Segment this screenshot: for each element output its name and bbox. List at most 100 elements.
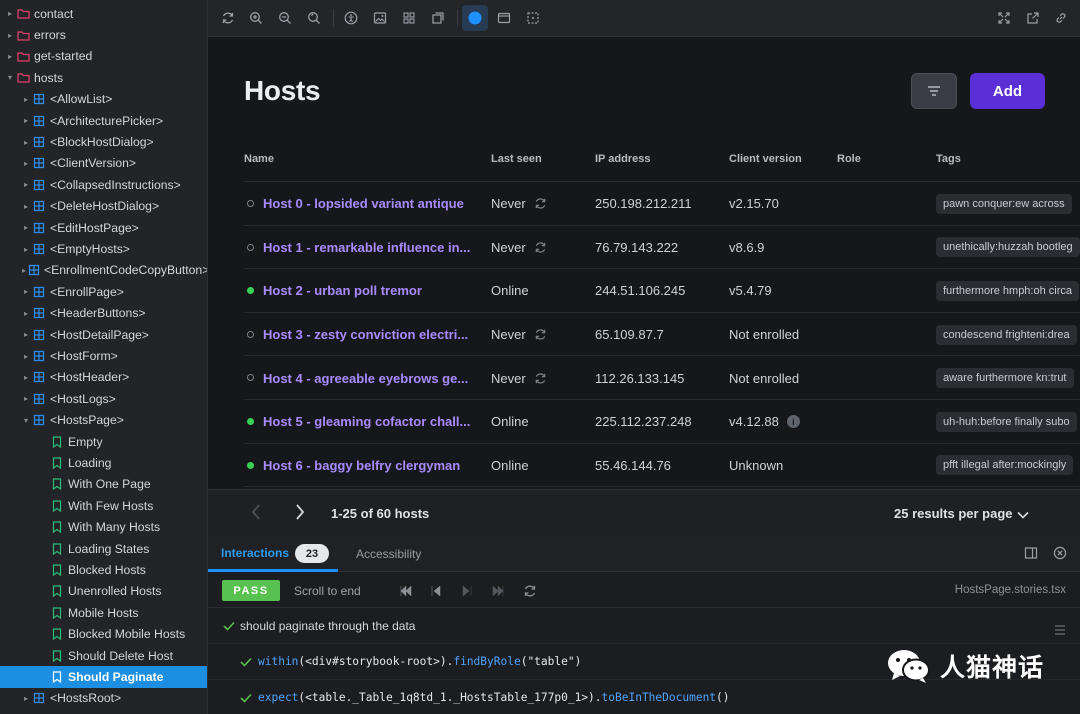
sidebar-item[interactable]: Blocked Hosts [0,559,207,580]
host-name-link[interactable]: Host 6 - baggy belfry clergyman [263,444,478,488]
zoom-out-icon[interactable] [274,7,296,29]
column-header-role[interactable]: Role [837,153,861,165]
zoom-reset-icon[interactable] [303,7,325,29]
column-header-name[interactable]: Name [244,153,274,165]
story-file-name[interactable]: HostsPage.stories.tsx [955,584,1066,596]
sidebar-item[interactable]: ▸ <HostForm> [0,345,207,366]
sidebar-item[interactable]: ▸ <EnrollmentCodeCopyButton> [0,260,207,281]
zoom-in-icon[interactable] [245,7,267,29]
sidebar-item[interactable]: ▾ hosts [0,67,207,88]
tab-interactions[interactable]: Interactions [221,546,289,560]
sidebar-item[interactable]: Empty [0,431,207,452]
host-name-link[interactable]: Host 0 - lopsided variant antique [263,182,478,226]
sidebar-item-label: <AllowList> [50,92,113,107]
reload-icon[interactable] [217,7,239,29]
sidebar-item[interactable]: ▸ <ArchitecturePicker> [0,110,207,131]
sidebar-item[interactable]: ▸ errors [0,24,207,45]
viewport-icon[interactable] [493,7,515,29]
sidebar-item[interactable]: Loading States [0,538,207,559]
info-icon[interactable]: i [786,415,800,429]
sidebar-item[interactable]: Loading [0,452,207,473]
step-args2: ("table") [520,655,582,668]
list-icon[interactable] [1054,622,1066,640]
status-dot [247,374,254,382]
go-to-start-icon[interactable] [399,584,413,602]
host-name-link[interactable]: Host 5 - gleaming cofactor chall... [263,400,478,444]
table-row[interactable]: Host 1 - remarkable influence in... Never… [244,224,1080,270]
step-forward-icon[interactable] [461,584,473,602]
sidebar-item[interactable]: Should Paginate [0,666,207,688]
sidebar-item[interactable]: ▸ <EmptyHosts> [0,238,207,259]
tags-cell: pfft illegal after:mockingly [936,444,1080,488]
sidebar-item[interactable]: With Many Hosts [0,517,207,538]
sidebar-item[interactable]: ▸ <HostHeader> [0,367,207,388]
open-new-tab-icon[interactable] [1022,7,1044,29]
client-version-cell: Unknown [729,444,783,488]
panel-orientation-icon[interactable] [1024,546,1038,565]
step-group[interactable]: should paginate through the data [208,608,1080,644]
sidebar-item[interactable]: ▸ <CollapsedInstructions> [0,174,207,195]
sidebar-item[interactable]: Mobile Hosts [0,602,207,623]
outline-icon[interactable] [427,7,449,29]
chevron-down-icon[interactable] [1016,507,1030,525]
scroll-to-end-button[interactable]: Scroll to end [294,584,361,598]
sidebar-item[interactable]: With One Page [0,474,207,495]
sidebar-item[interactable]: ▸ <ClientVersion> [0,153,207,174]
table-row[interactable]: Host 6 - baggy belfry clergyman Online 55.… [244,442,1080,488]
sidebar-item[interactable]: ▾ <HostsPage> [0,410,207,431]
go-to-end-icon[interactable] [491,584,505,602]
sidebar-item[interactable]: ▸ <EnrollPage> [0,281,207,302]
host-name-link[interactable]: Host 4 - agreeable eyebrows ge... [263,356,478,400]
folder-icon [16,29,30,41]
previous-page-button[interactable] [250,503,262,526]
filter-button[interactable] [911,73,957,109]
sidebar-item[interactable]: ▸ <DeleteHostDialog> [0,196,207,217]
table-row[interactable]: Host 5 - gleaming cofactor chall... Onlin… [244,399,1080,443]
chevron-right-icon: ▸ [23,94,28,104]
last-seen: Never [491,196,526,212]
host-name-link[interactable]: Host 2 - urban poll tremor [263,269,478,313]
table-row[interactable]: Host 0 - lopsided variant antique Never 25… [244,181,1080,225]
sidebar-item[interactable]: ▸ contact [0,3,207,24]
measure-icon[interactable] [522,7,544,29]
ip-address: 76.79.143.222 [595,239,679,255]
table-row[interactable]: Host 4 - agreeable eyebrows ge... Never 11… [244,355,1080,399]
sidebar-item[interactable]: Unenrolled Hosts [0,581,207,602]
tag-chip: unethically:huzzah bootleg [936,237,1080,258]
sidebar-item[interactable]: ▸ <HostsRoot> [0,688,207,709]
close-panel-icon[interactable] [1053,546,1067,565]
sidebar-item[interactable]: Should Delete Host [0,645,207,666]
table-row[interactable]: Host 2 - urban poll tremor Online 244.51.1… [244,268,1080,312]
sidebar-item[interactable]: ▸ <HostLogs> [0,388,207,409]
host-name-link[interactable]: Host 3 - zesty conviction electri... [263,313,478,357]
sidebar-item[interactable]: ▸ <HostDetailPage> [0,324,207,345]
tab-accessibility[interactable]: Accessibility [356,547,421,561]
interaction-controls: PASS Scroll to end HostsPage.stories.tsx [208,572,1080,608]
accessibility-icon[interactable] [340,7,362,29]
grid-icon[interactable] [398,7,420,29]
results-per-page-select[interactable]: 25 results per page [894,506,1013,521]
bookmark-icon [50,628,64,641]
sidebar-item[interactable]: ▸ <AllowList> [0,89,207,110]
sidebar-item[interactable]: With Few Hosts [0,495,207,516]
column-header-ip[interactable]: IP address [595,153,650,165]
sidebar-item[interactable]: ▸ <EditHostPage> [0,217,207,238]
background-icon[interactable] [369,7,391,29]
chevron-down-icon: ▾ [7,73,12,83]
table-row[interactable]: Host 3 - zesty conviction electri... Neve… [244,311,1080,357]
column-header-client-version[interactable]: Client version [729,153,802,165]
sidebar-item[interactable]: ▸ <HeaderButtons> [0,303,207,324]
next-page-button[interactable] [294,503,306,526]
column-header-tags[interactable]: Tags [936,153,961,165]
sidebar-item[interactable]: Blocked Mobile Hosts [0,624,207,645]
sidebar-item[interactable]: ▸ get-started [0,46,207,67]
sidebar-item[interactable]: ▸ <BlockHostDialog> [0,131,207,152]
copy-link-icon[interactable] [1050,7,1072,29]
theme-icon[interactable] [462,5,488,31]
fullscreen-icon[interactable] [993,7,1015,29]
rerun-icon[interactable] [523,584,537,603]
host-name-link[interactable]: Host 1 - remarkable influence in... [263,226,478,270]
add-host-button[interactable]: Add [970,73,1045,109]
column-header-last-seen[interactable]: Last seen [491,153,542,165]
step-back-icon[interactable] [430,584,442,602]
